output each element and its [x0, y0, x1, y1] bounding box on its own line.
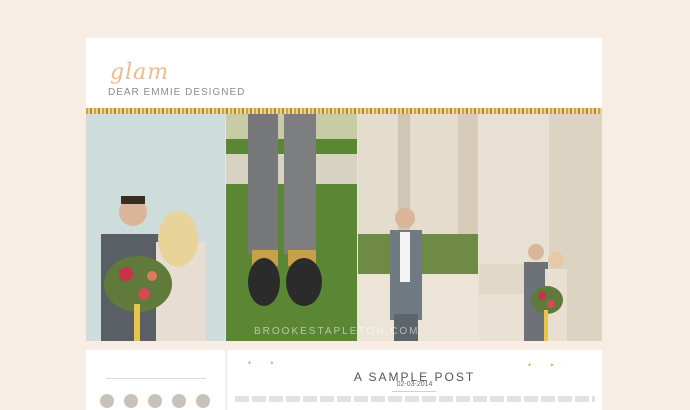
instagram-icon[interactable]	[172, 394, 186, 408]
groom-standing-photo	[358, 114, 478, 341]
couple-embracing-photo	[479, 114, 602, 341]
photo-watermark: BROOKESTAPLETON.COM	[254, 326, 420, 337]
couple-laughing-illustration	[86, 114, 225, 341]
sidebar-divider	[106, 378, 206, 379]
pinterest-icon[interactable]	[148, 394, 162, 408]
groom-shoes-photo	[226, 114, 357, 341]
sparkle-decoration-right: ✦ · ✦ ·	[527, 363, 568, 369]
post-date: 02-03-2014	[396, 381, 433, 388]
couple-embracing-illustration	[479, 114, 602, 341]
logo-subtitle[interactable]: DEAR EMMIE DESIGNED	[108, 87, 245, 98]
social-icons	[100, 394, 210, 408]
groom-shoes-illustration	[226, 114, 357, 341]
sparkle-decoration-left: ✦ · ✦	[247, 361, 278, 367]
sidebar	[86, 350, 225, 410]
logo-script[interactable]: glam	[110, 60, 169, 85]
blog-post: ✦ · ✦ ✦ · ✦ · A SAMPLE POST 02-03-2014	[227, 350, 602, 410]
couple-laughing-photo	[86, 114, 225, 341]
photo-collage: BROOKESTAPLETON.COM	[86, 114, 602, 341]
facebook-icon[interactable]	[100, 394, 114, 408]
post-body-text	[235, 396, 595, 402]
post-title-underline	[392, 391, 436, 392]
twitter-icon[interactable]	[124, 394, 138, 408]
blog-header: glam DEAR EMMIE DESIGNED	[86, 38, 602, 108]
groom-standing-illustration	[358, 114, 478, 341]
email-icon[interactable]	[196, 394, 210, 408]
